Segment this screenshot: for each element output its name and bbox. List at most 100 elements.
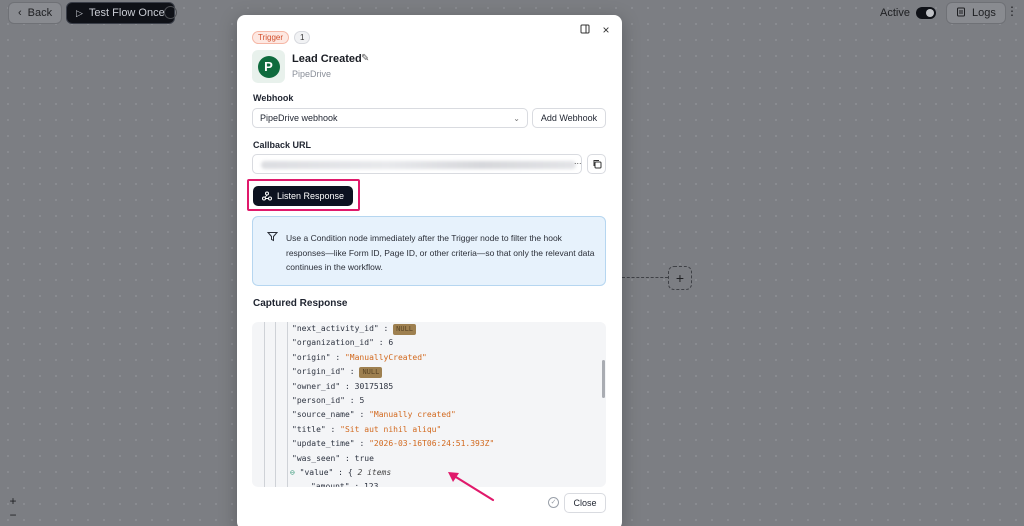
webhook-select[interactable]: PipeDrive webhook ⌄: [252, 108, 528, 128]
response-line: "owner_id" : 30175185: [292, 380, 393, 394]
test-flow-label: Test Flow Once: [88, 7, 165, 19]
response-key: "organization_id": [292, 338, 374, 348]
response-line: "update_time" : "2026-03-16T06:24:51.393…: [292, 437, 494, 451]
node-app-name: PipeDrive: [292, 69, 332, 79]
response-value: 5: [359, 396, 365, 405]
response-key: "owner_id": [292, 381, 341, 391]
webhook-label: Webhook: [253, 93, 294, 103]
response-line: "was_seen" : true: [292, 452, 374, 466]
chevron-left-icon: ‹: [18, 7, 22, 19]
back-label: Back: [27, 7, 53, 19]
add-node-button[interactable]: +: [668, 266, 692, 290]
panel-toggle-icon[interactable]: [578, 23, 592, 37]
response-value: "2026-03-16T06:24:51.393Z": [369, 439, 495, 449]
response-key: "update_time": [292, 439, 355, 449]
response-separator: :: [344, 396, 360, 405]
blurred-url: [261, 161, 576, 169]
add-webhook-button[interactable]: Add Webhook: [532, 108, 606, 128]
check-circle-icon: ✓: [548, 497, 559, 508]
zoom-out-icon[interactable]: −: [6, 508, 20, 522]
logs-label: Logs: [972, 7, 996, 19]
edit-pencil-icon[interactable]: ✎: [361, 53, 369, 64]
node-title: Lead Created: [292, 53, 362, 65]
copy-icon: [593, 160, 601, 169]
annotation-arrow: [448, 472, 495, 502]
connector-line: [622, 277, 668, 278]
info-text: Use a Condition node immediately after t…: [286, 233, 595, 272]
flow-status-icon: [164, 6, 177, 19]
response-separator: :: [340, 453, 355, 463]
trigger-badge: Trigger: [252, 31, 290, 44]
response-line: "origin_id" : NULL: [292, 365, 383, 379]
more-options-icon[interactable]: ⋮: [1005, 4, 1019, 20]
response-value: true: [354, 453, 374, 463]
response-key: "origin_id": [292, 367, 345, 377]
callback-url-label: Callback URL: [253, 140, 312, 150]
step-number-badge: 1: [294, 31, 311, 44]
item-count: 2 items: [357, 468, 392, 477]
response-value: 123: [363, 482, 379, 487]
active-toggle-group[interactable]: Active: [880, 4, 936, 22]
response-separator: :: [354, 439, 370, 449]
chevron-down-icon: ⌄: [513, 113, 520, 123]
close-button[interactable]: Close: [564, 493, 606, 513]
indent-guide: [264, 322, 265, 487]
response-key: "person_id": [292, 396, 345, 405]
webhook-select-value: PipeDrive webhook: [260, 113, 338, 123]
webhook-icon: [261, 191, 272, 201]
response-value: "Sit aut nihil aliqu": [340, 424, 442, 434]
back-button[interactable]: ‹ Back: [8, 2, 63, 24]
zoom-in-icon[interactable]: +: [6, 494, 20, 508]
null-badge: NULL: [393, 324, 417, 335]
callback-url-field[interactable]: [252, 154, 582, 174]
fold-toggle-icon: ⊖: [290, 468, 300, 477]
null-badge: NULL: [359, 367, 383, 379]
response-key: "value": [299, 468, 334, 477]
response-line: ⊖ "value" : { 2 items: [290, 466, 391, 480]
filter-icon: [267, 232, 278, 242]
response-separator: :: [349, 482, 364, 487]
listen-response-button[interactable]: Listen Response: [253, 186, 353, 206]
response-line: "next_activity_id" : NULL: [292, 322, 417, 336]
response-line: "origin" : "ManuallyCreated": [292, 351, 427, 365]
pipedrive-logo-letter: P: [257, 55, 280, 78]
response-line: "title" : "Sit aut nihil aliqu": [292, 423, 441, 437]
response-key: "next_activity_id": [292, 324, 379, 333]
response-separator: :: [373, 338, 389, 348]
play-icon: ▷: [76, 7, 83, 18]
active-label: Active: [880, 7, 910, 19]
info-callout: Use a Condition node immediately after t…: [252, 216, 606, 286]
listen-response-label: Listen Response: [276, 191, 345, 201]
captured-response-title: Captured Response: [253, 298, 348, 309]
captured-response-viewer[interactable]: "next_activity_id" : NULL "organization_i…: [252, 322, 606, 487]
test-flow-button[interactable]: ▷ Test Flow Once: [66, 2, 175, 24]
response-value: "ManuallyCreated": [344, 352, 427, 362]
response-key: "was_seen": [292, 453, 341, 463]
response-separator: :: [340, 381, 355, 391]
response-separator: :: [325, 424, 341, 434]
copy-url-button[interactable]: [587, 154, 606, 174]
response-line: "person_id" : 5: [292, 394, 364, 408]
response-key: "origin": [292, 352, 331, 362]
logs-button[interactable]: Logs: [946, 2, 1006, 24]
response-value: 6: [388, 338, 394, 348]
close-icon[interactable]: ×: [599, 23, 613, 37]
response-value: "Manually created": [369, 410, 456, 420]
response-line: "organization_id" : 6: [292, 336, 393, 350]
active-toggle[interactable]: [915, 7, 936, 19]
response-value: 30175185: [354, 381, 394, 391]
response-line: "amount" : 123: [311, 480, 378, 487]
pipedrive-logo: P: [252, 50, 285, 83]
response-key: "amount": [311, 482, 350, 487]
response-separator: :: [354, 410, 370, 420]
url-ellipsis: ...: [574, 156, 582, 166]
response-line: "source_name" : "Manually created": [292, 408, 456, 422]
response-key: "source_name": [292, 410, 355, 420]
response-key: "title": [292, 424, 326, 434]
code-scrollbar-thumb[interactable]: [602, 360, 605, 398]
indent-guide: [287, 322, 288, 487]
logs-icon: [956, 7, 966, 20]
response-separator: :: [378, 324, 394, 333]
response-separator: :: [330, 352, 345, 362]
response-brace: {: [347, 468, 358, 477]
